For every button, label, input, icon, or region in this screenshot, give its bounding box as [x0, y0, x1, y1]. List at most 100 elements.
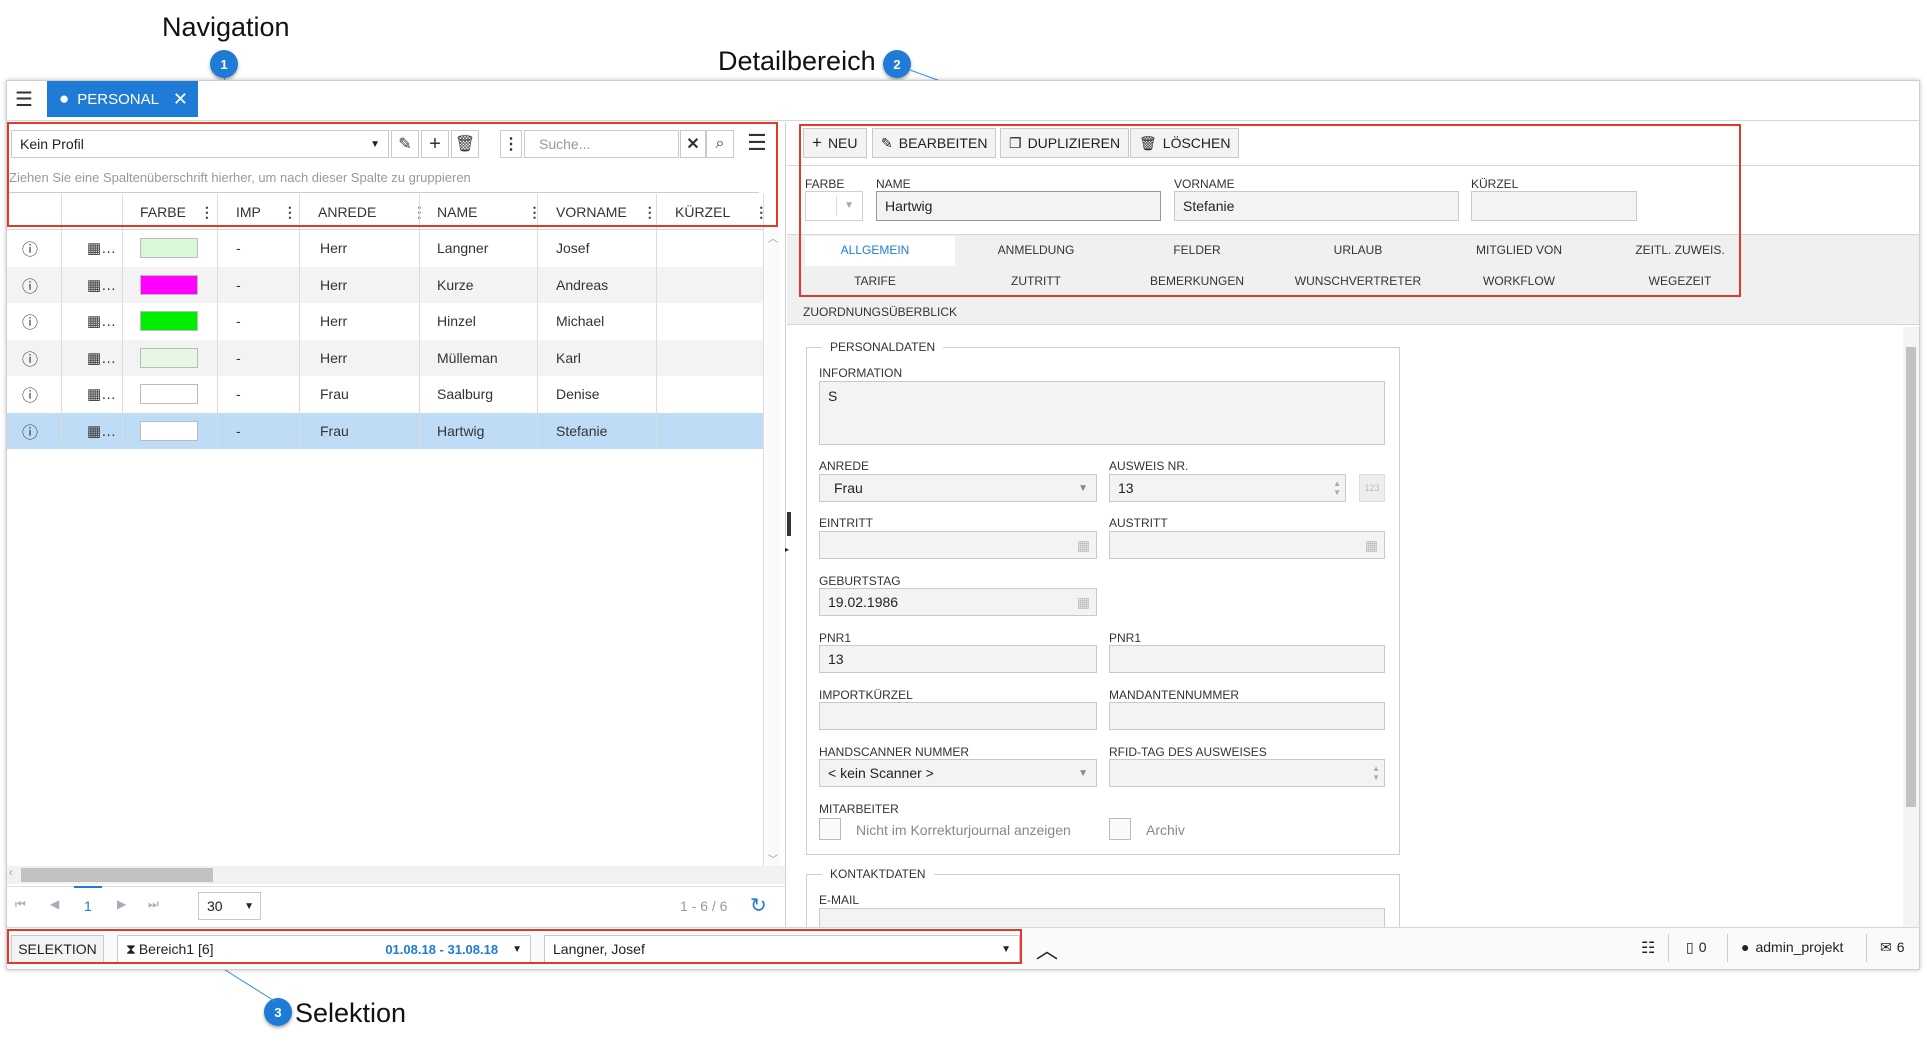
pdf-counter[interactable]: ▯ 0 — [1686, 939, 1707, 956]
scrollbar-thumb[interactable] — [21, 868, 213, 882]
splitter-arrow-icon[interactable]: ▸ — [785, 545, 789, 554]
numpad-badge[interactable]: 123 — [1359, 474, 1385, 502]
grid-horizontal-scrollbar[interactable]: ‹ — [7, 866, 785, 884]
handscanner-select-value: < kein Scanner > — [828, 765, 934, 781]
table-row[interactable]: ⓘ ▦… - Herr Mülleman Karl — [7, 340, 763, 376]
first-page-icon[interactable]: ⏮ — [15, 897, 26, 912]
refresh-icon[interactable]: ↻ — [750, 893, 767, 918]
spinner-icon[interactable]: ▲ ▼ — [1372, 764, 1380, 782]
info-icon[interactable]: ⓘ — [22, 230, 38, 266]
calendar-icon[interactable]: ▦ — [1077, 594, 1090, 611]
page-size-select[interactable]: 30 ▼ — [198, 892, 261, 920]
cell-anrede: Frau — [320, 423, 349, 439]
table-row[interactable]: ⓘ ▦… - Frau Hartwig Stefanie — [7, 413, 763, 449]
grid-vertical-scrollbar[interactable]: ︿ ﹀ — [766, 230, 780, 866]
cell-name: Mülleman — [437, 350, 498, 366]
callout-selektion-line — [221, 967, 277, 1003]
handscanner-select[interactable]: < kein Scanner > ▼ — [819, 759, 1097, 787]
cell-imp: - — [236, 386, 241, 402]
geburtstag-field[interactable]: 19.02.1986 ▦ — [819, 588, 1097, 616]
info-icon[interactable]: ⓘ — [22, 413, 38, 449]
next-page-icon[interactable]: ▶ — [117, 897, 126, 911]
column-separator — [763, 194, 764, 884]
anrede-select[interactable]: Frau ▼ — [819, 474, 1097, 502]
information-field[interactable]: S — [819, 381, 1385, 445]
mandantennummer-field[interactable] — [1109, 702, 1385, 730]
current-page[interactable]: 1 — [84, 898, 92, 914]
eintritt-field[interactable]: ▦ — [819, 531, 1097, 559]
table-row[interactable]: ⓘ ▦… - Frau Saalburg Denise — [7, 376, 763, 412]
calendar-icon[interactable]: ▦… — [87, 303, 116, 339]
close-tab-icon[interactable]: ✕ — [173, 89, 188, 110]
record-range: 1 - 6 / 6 — [680, 898, 728, 914]
calendar-icon[interactable]: ▦ — [1365, 537, 1378, 554]
tab-personal[interactable]: ● PERSONAL ✕ — [47, 81, 198, 117]
chevron-down-icon: ▼ — [244, 900, 254, 912]
color-swatch — [140, 311, 198, 331]
scrollbar-thumb[interactable] — [1906, 347, 1916, 807]
spinner-icon[interactable]: ▲ ▼ — [1333, 479, 1341, 497]
cell-imp: - — [236, 240, 241, 256]
mail-count: 6 — [1896, 939, 1905, 955]
scroll-left-icon[interactable]: ‹ — [9, 867, 13, 879]
calendar-icon[interactable]: ▦… — [87, 267, 116, 303]
importkuerzel-label: IMPORTKÜRZEL — [819, 688, 913, 702]
scroll-down-icon[interactable]: ﹀ — [768, 851, 778, 866]
calendar-icon[interactable]: ▦… — [87, 376, 116, 412]
calendar-icon[interactable]: ▦… — [87, 230, 116, 266]
archiv-checkbox[interactable] — [1109, 818, 1131, 840]
tab-zuordnungsueberblick[interactable]: ZUORDNUNGSÜBERBLICK — [803, 305, 957, 319]
info-icon[interactable]: ⓘ — [22, 376, 38, 412]
kontaktdaten-legend: KONTAKTDATEN — [822, 867, 934, 881]
info-icon[interactable]: ⓘ — [22, 267, 38, 303]
column-separator — [122, 194, 123, 447]
cell-anrede: Herr — [320, 313, 348, 329]
pnr1-label: PNR1 — [819, 631, 852, 645]
pnr1-second-field[interactable] — [1109, 645, 1385, 673]
personaldaten-legend: PERSONALDATEN — [822, 340, 944, 354]
cell-imp: - — [236, 277, 241, 293]
server-icon[interactable]: ☷ — [1641, 938, 1655, 958]
user-icon: ● — [1741, 939, 1750, 955]
cell-vorname: Stefanie — [556, 423, 608, 439]
user-menu[interactable]: ● admin_projekt — [1741, 939, 1843, 955]
detail-vertical-scrollbar[interactable] — [1903, 327, 1919, 927]
cell-name: Kurze — [437, 277, 474, 293]
chevron-down-icon: ▼ — [1078, 767, 1088, 779]
cell-vorname: Andreas — [556, 277, 609, 293]
korrekturjournal-checkbox[interactable] — [819, 818, 841, 840]
splitter-handle[interactable] — [787, 512, 791, 536]
selektion-highlight — [7, 929, 1022, 964]
pnr1-field[interactable]: 13 — [819, 645, 1097, 673]
table-row[interactable]: ⓘ ▦… - Herr Hinzel Michael — [7, 303, 763, 339]
cell-imp: - — [236, 423, 241, 439]
info-icon[interactable]: ⓘ — [22, 303, 38, 339]
calendar-icon[interactable]: ▦… — [87, 340, 116, 376]
information-label: INFORMATION — [819, 366, 903, 380]
detail-highlight — [799, 124, 1741, 297]
scroll-up-icon[interactable]: ︿ — [768, 230, 778, 245]
importkuerzel-field[interactable] — [819, 702, 1097, 730]
table-row[interactable]: ⓘ ▦… - Herr Langner Josef — [7, 230, 763, 266]
pdf-icon: ▯ — [1686, 939, 1694, 955]
mail-counter[interactable]: ✉ 6 — [1880, 939, 1905, 956]
cell-anrede: Herr — [320, 350, 348, 366]
mandantennummer-label: MANDANTENNUMMER — [1109, 688, 1239, 702]
prev-page-icon[interactable]: ◀ — [50, 897, 59, 911]
calendar-icon[interactable]: ▦ — [1077, 537, 1090, 554]
cell-name: Hinzel — [437, 313, 476, 329]
navigation-highlight — [7, 122, 778, 227]
callout-navigation-label: Navigation — [162, 12, 290, 42]
email-field[interactable] — [819, 908, 1385, 928]
page-size-value: 30 — [207, 898, 223, 914]
rfid-field[interactable]: ▲ ▼ — [1109, 759, 1385, 787]
last-page-icon[interactable]: ⏭ — [148, 897, 159, 912]
chevron-up-icon[interactable]: ︿ — [1036, 933, 1058, 965]
calendar-icon[interactable]: ▦… — [87, 413, 116, 449]
table-row[interactable]: ⓘ ▦… - Herr Kurze Andreas — [7, 267, 763, 303]
tab-personal-label: PERSONAL — [77, 90, 159, 108]
hamburger-menu-icon[interactable]: ☰ — [10, 84, 38, 114]
info-icon[interactable]: ⓘ — [22, 340, 38, 376]
ausweis-field[interactable]: 13 ▲ ▼ — [1109, 474, 1346, 502]
austritt-field[interactable]: ▦ — [1109, 531, 1385, 559]
